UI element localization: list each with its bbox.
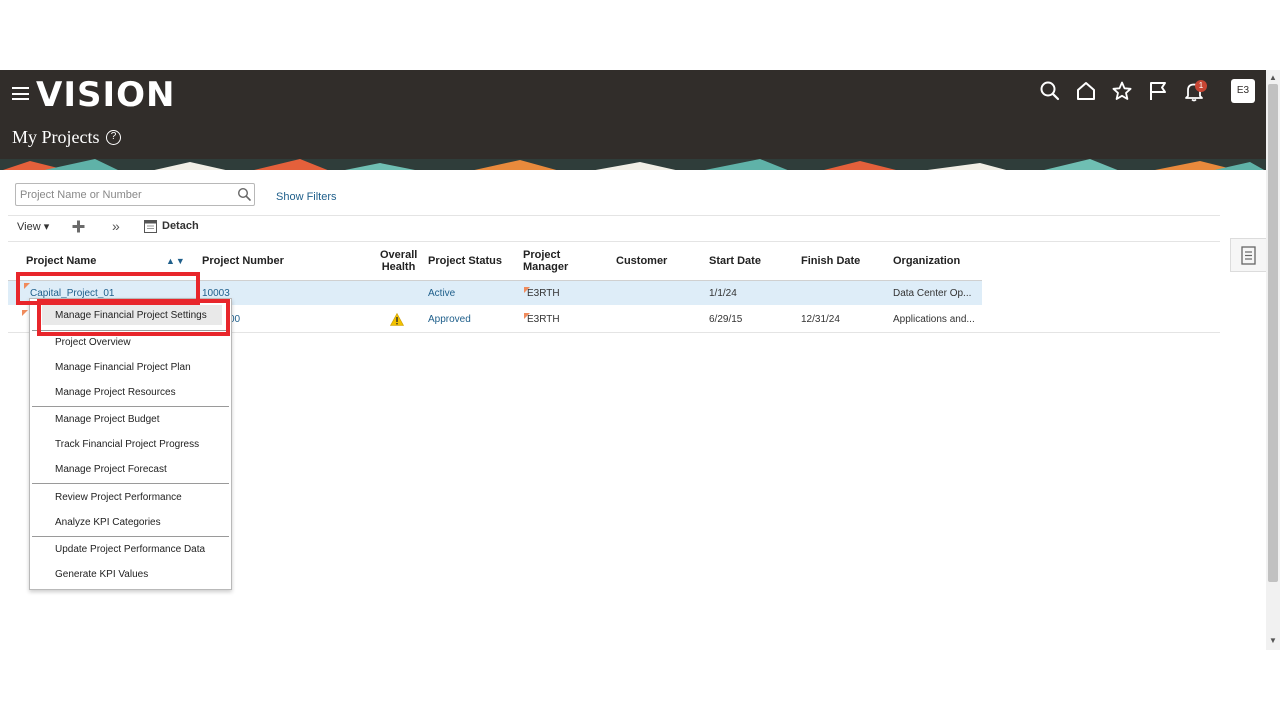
detach-icon[interactable]	[144, 220, 157, 233]
warning-icon	[389, 312, 405, 326]
scrollbar-thumb[interactable]	[1268, 84, 1278, 582]
organization: Applications and...	[893, 314, 975, 325]
project-search-input[interactable]	[20, 187, 232, 203]
column-header-customer[interactable]: Customer	[616, 255, 667, 267]
scroll-down-arrow-icon[interactable]: ▼	[1269, 636, 1277, 645]
top-margin	[0, 0, 1280, 70]
project-status[interactable]: Active	[428, 288, 455, 299]
page: VISION My Projects ? 1 E3 Project Name o…	[0, 0, 1280, 720]
menu-item-manage-project-resources[interactable]: Manage Project Resources	[55, 387, 176, 398]
divider	[8, 215, 1220, 216]
menu-divider	[32, 406, 229, 407]
hamburger-menu-icon[interactable]	[12, 87, 29, 100]
sort-ascending-descending-icon[interactable]: ▲▼	[166, 256, 186, 266]
view-menu-button[interactable]: View ▾	[17, 220, 49, 233]
flag-icon[interactable]	[1147, 80, 1169, 102]
column-header-project-name[interactable]: Project Name	[26, 255, 96, 267]
home-icon[interactable]	[1075, 80, 1097, 102]
search-icon[interactable]	[237, 187, 252, 202]
start-date: 1/1/24	[709, 288, 737, 299]
header-text: Manager	[523, 261, 569, 273]
show-filters-link[interactable]: Show Filters	[276, 191, 337, 203]
menu-item-manage-financial-project-plan[interactable]: Manage Financial Project Plan	[55, 362, 191, 373]
scroll-up-arrow-icon[interactable]: ▲	[1269, 73, 1277, 82]
menu-item-analyze-kpi-categories[interactable]: Analyze KPI Categories	[55, 517, 161, 528]
help-icon[interactable]: ?	[106, 130, 121, 145]
divider	[8, 241, 1220, 242]
vertical-scrollbar[interactable]: ▲ ▼	[1266, 70, 1280, 650]
menu-divider	[32, 330, 229, 331]
project-status[interactable]: Approved	[428, 314, 471, 325]
menu-item-track-financial-project-progress[interactable]: Track Financial Project Progress	[55, 439, 199, 450]
column-header-start-date[interactable]: Start Date	[709, 255, 761, 267]
bottom-margin	[0, 650, 1280, 720]
header-text: Overall	[380, 249, 418, 261]
app-logo[interactable]: VISION	[36, 75, 175, 115]
menu-item-project-overview[interactable]: Project Overview	[55, 337, 131, 348]
column-header-overall-health[interactable]: Overall Health	[380, 249, 417, 273]
global-header: VISION My Projects ? 1 E3	[0, 70, 1266, 170]
start-date: 6/29/15	[709, 314, 743, 325]
column-header-project-status[interactable]: Project Status	[428, 255, 502, 267]
header-text: Project	[523, 249, 561, 261]
header-text: Health	[381, 261, 416, 273]
menu-item-manage-project-forecast[interactable]: Manage Project Forecast	[55, 464, 167, 475]
menu-divider	[32, 536, 229, 537]
menu-item-update-project-performance-data[interactable]: Update Project Performance Data	[55, 544, 205, 555]
column-header-project-number[interactable]: Project Number	[202, 255, 284, 267]
decorative-banner	[0, 158, 1266, 170]
row-flag-icon	[22, 310, 28, 316]
side-panel-toggle[interactable]	[1230, 238, 1266, 272]
menu-item-generate-kpi-values[interactable]: Generate KPI Values	[55, 569, 148, 580]
column-header-finish-date[interactable]: Finish Date	[801, 255, 860, 267]
project-search-box[interactable]	[15, 183, 255, 206]
finish-date: 12/31/24	[801, 314, 840, 325]
column-header-organization[interactable]: Organization	[893, 255, 960, 267]
menu-item-review-project-performance[interactable]: Review Project Performance	[55, 492, 182, 503]
column-header-project-manager[interactable]: Project Manager	[523, 249, 568, 273]
app-window: VISION My Projects ? 1 E3 Project Name o…	[0, 70, 1266, 650]
search-icon[interactable]	[1039, 80, 1061, 102]
detach-button[interactable]: Detach	[162, 220, 199, 232]
menu-item-manage-project-budget[interactable]: Manage Project Budget	[55, 414, 160, 425]
page-title: My Projects	[12, 127, 100, 147]
menu-divider	[32, 483, 229, 484]
more-actions-icon[interactable]: »	[112, 218, 120, 234]
project-manager: E3RTH	[527, 314, 560, 325]
menu-item-manage-financial-project-settings[interactable]: Manage Financial Project Settings	[55, 310, 207, 321]
add-icon[interactable]	[72, 220, 85, 233]
user-avatar[interactable]: E3	[1231, 79, 1255, 103]
organization: Data Center Op...	[893, 288, 972, 299]
notification-badge: 1	[1195, 80, 1207, 92]
star-icon[interactable]	[1111, 80, 1133, 102]
project-manager: E3RTH	[527, 288, 560, 299]
project-context-menu: Manage Financial Project Settings Projec…	[29, 298, 232, 590]
